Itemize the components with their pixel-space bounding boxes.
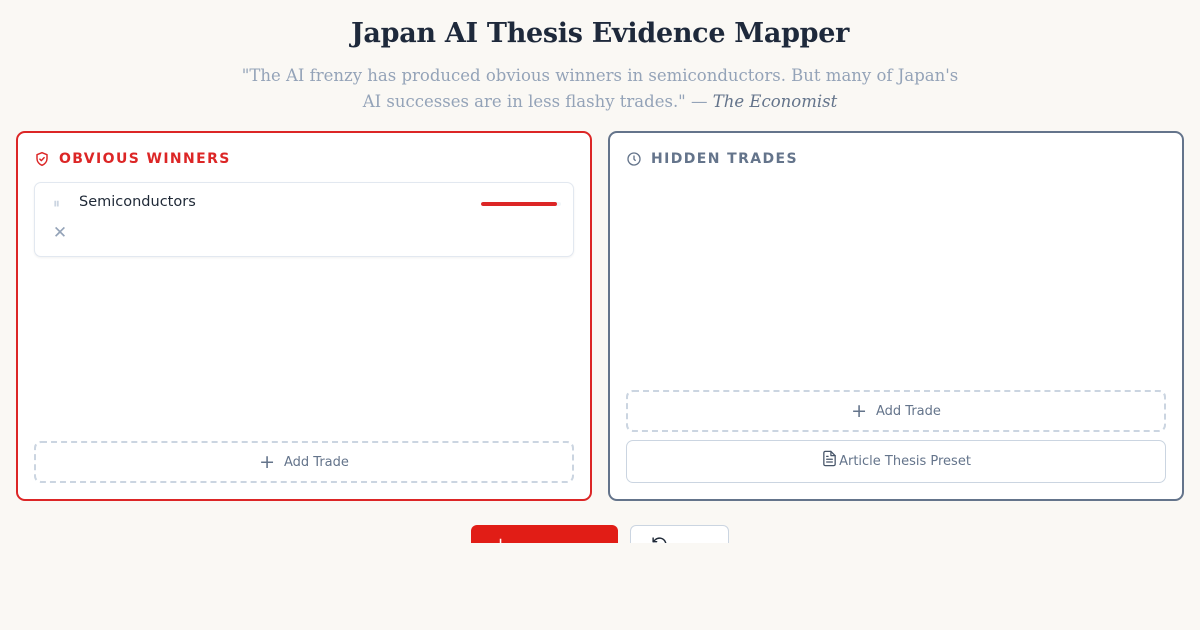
document-icon xyxy=(821,450,838,468)
article-quote: "The AI frenzy has produced obvious winn… xyxy=(240,63,960,115)
clock-icon xyxy=(626,151,642,167)
remove-trade-icon[interactable]: ✕ xyxy=(51,223,69,243)
reset-button[interactable] xyxy=(630,525,729,543)
action-bar: + xyxy=(0,520,1200,543)
obvious-winners-title: OBVIOUS WINNERS xyxy=(59,151,231,167)
obvious-winners-panel: OBVIOUS WINNERS ⏸ Semiconductors ✕ + Add… xyxy=(16,131,592,501)
drag-handle-icon[interactable]: ⏸ xyxy=(53,196,60,212)
quote-source: The Economist xyxy=(712,92,838,111)
primary-action-button[interactable]: + xyxy=(471,525,618,543)
plus-icon: + xyxy=(493,534,508,543)
preset-label: Article Thesis Preset xyxy=(839,454,971,469)
evidence-strength-fill xyxy=(481,202,557,206)
trade-name: Semiconductors xyxy=(79,194,196,210)
plus-icon: + xyxy=(259,450,275,473)
quote-text: "The AI frenzy has produced obvious winn… xyxy=(241,66,959,111)
page-title: Japan AI Thesis Evidence Mapper xyxy=(350,18,850,49)
evidence-strength-bar xyxy=(481,202,561,206)
hidden-trades-header: HIDDEN TRADES xyxy=(626,151,798,167)
plus-icon: + xyxy=(851,399,867,422)
article-thesis-preset-button[interactable]: Article Thesis Preset xyxy=(626,440,1166,483)
hidden-trades-title: HIDDEN TRADES xyxy=(651,151,798,167)
reset-icon xyxy=(652,537,667,543)
add-trade-button-hidden[interactable]: + Add Trade xyxy=(626,390,1166,432)
add-trade-label: Add Trade xyxy=(284,454,349,470)
hidden-trades-panel: HIDDEN TRADES + Add Trade Article Thesis… xyxy=(608,131,1184,501)
trade-card[interactable]: ⏸ Semiconductors ✕ xyxy=(34,182,574,257)
obvious-winners-header: OBVIOUS WINNERS xyxy=(34,151,231,167)
shield-check-icon xyxy=(34,151,50,167)
add-trade-label: Add Trade xyxy=(876,403,941,419)
add-trade-button-obvious[interactable]: + Add Trade xyxy=(34,441,574,483)
